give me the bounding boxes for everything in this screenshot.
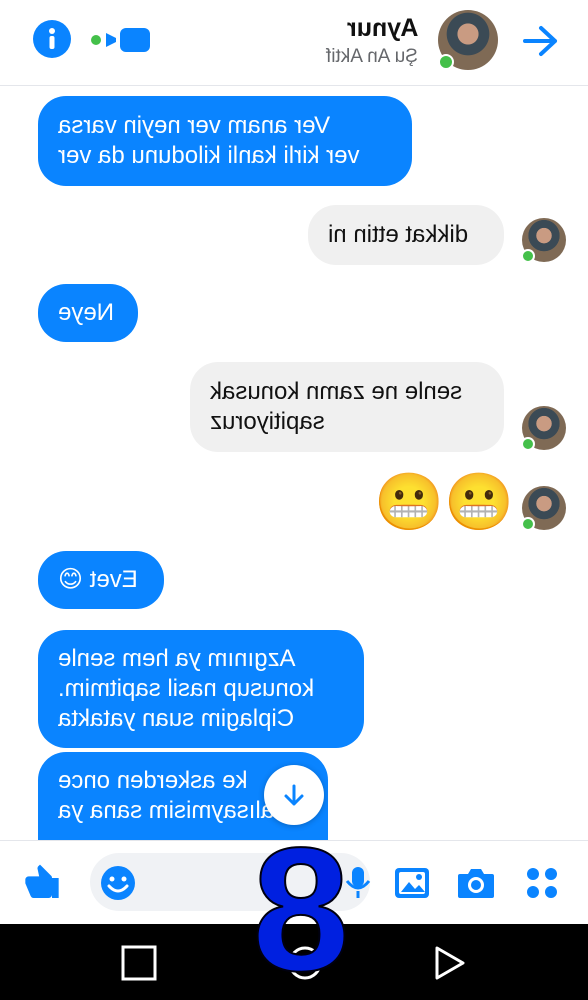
contact-name: Aynur (346, 14, 418, 42)
message-text: Evet 😊 (58, 566, 138, 593)
message-text: Azgınım ya hem senle (58, 645, 296, 672)
message-bubble[interactable]: senle ne zamn konusak sapitiyoruz (190, 362, 504, 452)
message-text: Ciplagim suan yatakta (58, 705, 295, 732)
message-text: ver kirli kanli kilodunu da ver (58, 142, 360, 169)
message-bubble[interactable]: Neye (38, 284, 138, 342)
message-text: Ver anam ver neyin varsa (58, 112, 331, 139)
message-text: sapitiyoruz (210, 408, 325, 435)
avatar[interactable] (438, 10, 498, 70)
message-bubble[interactable]: Evet 😊 (38, 551, 164, 609)
overlay-number: 8 (251, 812, 351, 1000)
back-nav-icon[interactable] (428, 942, 470, 984)
online-indicator (438, 54, 454, 70)
emoji-icon[interactable] (96, 861, 140, 905)
message-bubble[interactable]: Azgınım ya hem senle konusup nasil sapit… (38, 630, 364, 748)
sender-avatar (521, 218, 566, 263)
recent-apps-icon[interactable] (118, 942, 160, 984)
info-icon[interactable] (33, 20, 71, 58)
contact-status: Şu An Aktif (326, 46, 418, 67)
more-apps-icon[interactable] (520, 861, 564, 905)
message-text: dikkat ettin ni (328, 221, 469, 248)
message-bubble[interactable]: dikkat ettin ni (308, 205, 504, 265)
emoji-message[interactable]: 😬😬 (374, 470, 513, 533)
message-text: senle ne zamn konusak (210, 378, 463, 405)
sender-avatar (521, 486, 566, 531)
message-text: Neye (58, 299, 115, 326)
gallery-icon[interactable] (390, 861, 434, 905)
message-text: konusup nasil sapitmim. (58, 675, 315, 702)
back-arrow-icon[interactable] (518, 20, 564, 62)
message-bubble[interactable]: Ver anam ver neyin varsa ver kirli kanli… (38, 96, 412, 186)
video-call-icon[interactable] (88, 24, 154, 56)
chat-header: Aynur Şu An Aktif (0, 0, 588, 86)
sender-avatar (521, 406, 566, 451)
camera-icon[interactable] (454, 861, 498, 905)
like-icon[interactable] (20, 861, 64, 905)
phone-icon[interactable] (188, 20, 230, 62)
